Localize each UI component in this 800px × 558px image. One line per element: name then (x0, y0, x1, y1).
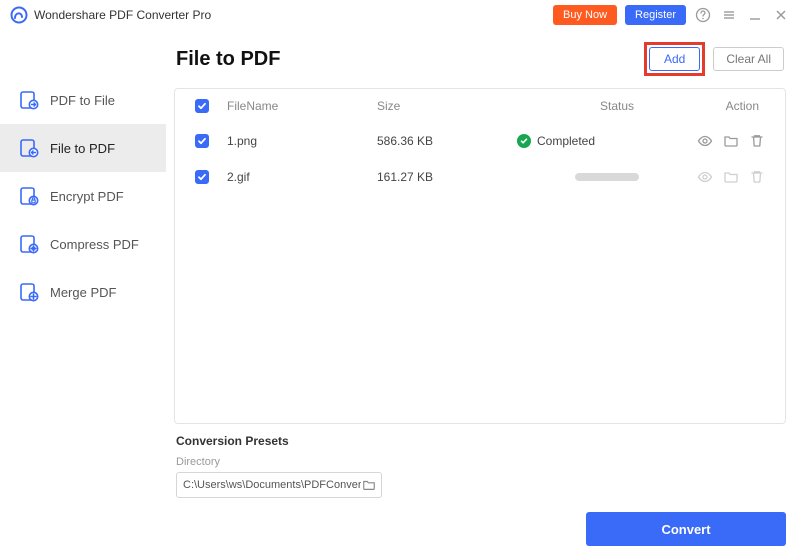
sidebar: PDF to File File to PDF Encrypt PDF Comp… (0, 30, 166, 558)
menu-icon[interactable] (720, 6, 738, 24)
col-action: Action (697, 99, 779, 113)
browse-folder-icon[interactable] (361, 477, 377, 493)
sidebar-item-compress-pdf[interactable]: Compress PDF (0, 220, 166, 268)
register-button[interactable]: Register (625, 5, 686, 25)
convert-button[interactable]: Convert (586, 512, 786, 546)
app-title: Wondershare PDF Converter Pro (34, 8, 211, 22)
row-size: 161.27 KB (377, 170, 517, 184)
file-list-header: FileName Size Status Action (175, 89, 785, 123)
row-filename: 1.png (227, 134, 377, 148)
file-row: 1.png 586.36 KB Completed (175, 123, 785, 159)
sidebar-item-pdf-to-file[interactable]: PDF to File (0, 76, 166, 124)
row-checkbox[interactable] (195, 134, 209, 148)
status-label: Completed (537, 134, 595, 148)
sidebar-item-merge-pdf[interactable]: Merge PDF (0, 268, 166, 316)
row-filename: 2.gif (227, 170, 377, 184)
titlebar-left: Wondershare PDF Converter Pro (10, 6, 211, 24)
conversion-presets: Conversion Presets Directory (174, 424, 786, 506)
add-button-highlight: Add (644, 42, 705, 76)
titlebar-right: Buy Now Register (553, 5, 790, 25)
buy-now-button[interactable]: Buy Now (553, 5, 617, 25)
sidebar-item-encrypt-pdf[interactable]: Encrypt PDF (0, 172, 166, 220)
open-folder-icon[interactable] (723, 169, 739, 185)
presets-title: Conversion Presets (176, 434, 786, 448)
col-size: Size (377, 99, 517, 113)
row-checkbox[interactable] (195, 170, 209, 184)
sidebar-item-label: File to PDF (50, 141, 115, 156)
sidebar-item-label: Compress PDF (50, 237, 139, 252)
pdf-to-file-icon (18, 89, 40, 111)
col-filename: FileName (227, 99, 377, 113)
preview-icon[interactable] (697, 169, 713, 185)
add-button[interactable]: Add (649, 47, 700, 71)
app-logo-icon (10, 6, 28, 24)
top-actions: Add Clear All (644, 42, 784, 76)
encrypt-pdf-icon (18, 185, 40, 207)
convert-row: Convert (174, 506, 786, 558)
close-icon[interactable] (772, 6, 790, 24)
file-to-pdf-icon (18, 137, 40, 159)
sidebar-item-label: Encrypt PDF (50, 189, 124, 204)
sidebar-item-label: Merge PDF (50, 285, 116, 300)
titlebar: Wondershare PDF Converter Pro Buy Now Re… (0, 0, 800, 30)
row-actions (697, 169, 779, 185)
compress-pdf-icon (18, 233, 40, 255)
preview-icon[interactable] (697, 133, 713, 149)
file-row: 2.gif 161.27 KB (175, 159, 785, 195)
help-icon[interactable] (694, 6, 712, 24)
delete-icon[interactable] (749, 169, 765, 185)
main-top: File to PDF Add Clear All (174, 38, 786, 88)
content: PDF to File File to PDF Encrypt PDF Comp… (0, 30, 800, 558)
file-list: FileName Size Status Action 1.png 586.36… (174, 88, 786, 424)
row-size: 586.36 KB (377, 134, 517, 148)
page-title: File to PDF (176, 48, 280, 71)
row-actions (697, 133, 779, 149)
sidebar-item-file-to-pdf[interactable]: File to PDF (0, 124, 166, 172)
sidebar-item-label: PDF to File (50, 93, 115, 108)
select-all-checkbox[interactable] (195, 99, 209, 113)
directory-box (176, 472, 382, 498)
main: File to PDF Add Clear All FileName Size … (166, 30, 800, 558)
directory-label: Directory (176, 456, 786, 468)
directory-input[interactable] (183, 479, 361, 491)
row-status (517, 173, 697, 181)
row-status: Completed (517, 134, 697, 148)
minimize-icon[interactable] (746, 6, 764, 24)
status-completed-icon (517, 134, 531, 148)
col-status: Status (517, 99, 697, 113)
clear-all-button[interactable]: Clear All (713, 47, 784, 71)
open-folder-icon[interactable] (723, 133, 739, 149)
delete-icon[interactable] (749, 133, 765, 149)
status-pending-bar (575, 173, 639, 181)
merge-pdf-icon (18, 281, 40, 303)
